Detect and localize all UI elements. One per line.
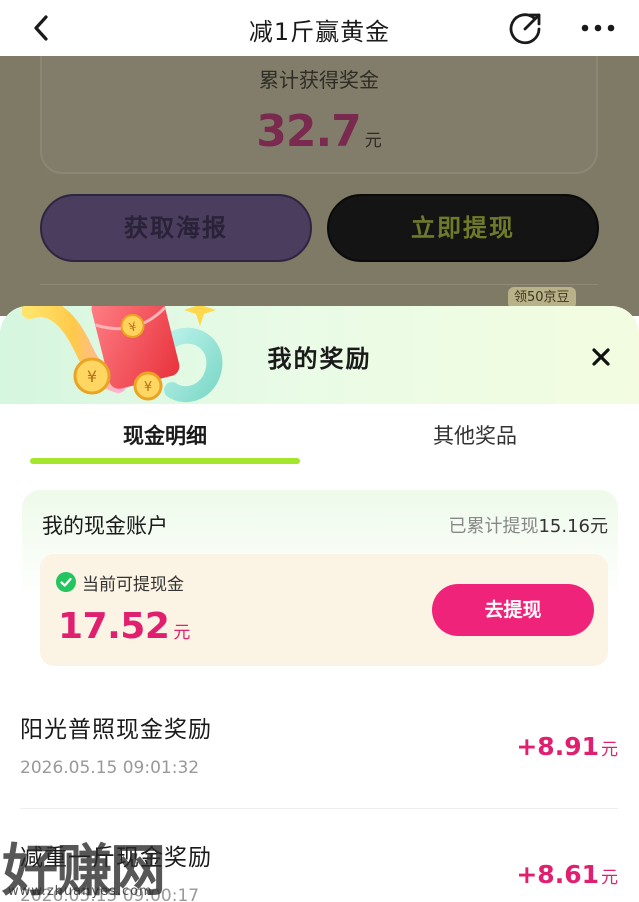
- record-amount: +8.91 元: [516, 732, 618, 761]
- bonus-amount-value: 32.7: [256, 106, 362, 157]
- divider: [40, 284, 598, 285]
- close-icon[interactable]: [590, 346, 612, 368]
- wechat-pay-icon: [56, 572, 76, 592]
- tab-cash-details[interactable]: 现金明细: [30, 420, 300, 450]
- more-horizontal-icon[interactable]: [578, 14, 618, 42]
- record-amount-unit: 元: [601, 868, 618, 888]
- active-tab-indicator: [30, 458, 300, 464]
- sheet-title: 我的奖励: [267, 345, 372, 373]
- withdrawable-label: 当前可提现金: [82, 575, 184, 595]
- my-rewards-sheet: ¥ ¥ ¥ 我的奖励 现金明细 其他奖品 我的现金账户 已累计提现15.16元 …: [0, 306, 639, 902]
- bonus-label: 累计获得奖金: [259, 68, 379, 92]
- list-divider: [20, 808, 618, 809]
- record-title: 阳光普照现金奖励: [20, 717, 212, 743]
- cash-account-title: 我的现金账户: [42, 514, 168, 538]
- record-amount: +8.61 元: [516, 860, 618, 889]
- total-withdrawn-label: 已累计提现: [448, 516, 539, 537]
- record-amount-value: +8.61: [516, 860, 599, 889]
- total-withdrawn: 已累计提现15.16元: [448, 512, 608, 538]
- svg-text:¥: ¥: [144, 380, 152, 395]
- bonus-amount: 32.7 元: [42, 106, 596, 157]
- withdrawable-box: 当前可提现金 17.52 元 去提现: [40, 554, 608, 666]
- withdrawable-amount-unit: 元: [173, 623, 191, 643]
- withdrawable-amount-value: 17.52: [58, 606, 170, 647]
- watermark-url: www.zhuanyes.com: [8, 884, 153, 899]
- bonus-summary-card: 累计获得奖金 32.7 元: [40, 56, 598, 174]
- tab-other-prizes[interactable]: 其他奖品: [340, 420, 610, 450]
- background-page-overlay: 累计获得奖金 32.7 元 获取海报 立即提现 领50京豆: [0, 56, 639, 316]
- bonus-amount-unit: 元: [364, 131, 382, 151]
- rewards-tabs: 现金明细 其他奖品: [0, 404, 639, 468]
- list-item: 阳光普照现金奖励 2026.05.15 09:01:32 +8.91 元: [20, 698, 618, 798]
- withdraw-now-button: 立即提现: [327, 194, 599, 262]
- total-withdrawn-value: 15.16元: [538, 516, 608, 537]
- withdrawable-amount: 17.52 元: [58, 606, 190, 647]
- record-time: 2026.05.15 09:01:32: [20, 758, 200, 778]
- go-withdraw-button[interactable]: 去提现: [432, 584, 594, 636]
- site-watermark: 好赚网 www.zhuanyes.com: [0, 826, 200, 902]
- get-poster-button: 获取海报: [40, 194, 312, 262]
- cash-account-card: 我的现金账户 已累计提现15.16元 当前可提现金 17.52 元 去提现: [22, 490, 618, 670]
- share-icon[interactable]: [508, 10, 544, 46]
- top-nav-bar: 减1斤赢黄金: [0, 0, 639, 56]
- record-amount-unit: 元: [601, 740, 618, 760]
- record-amount-value: +8.91: [516, 732, 599, 761]
